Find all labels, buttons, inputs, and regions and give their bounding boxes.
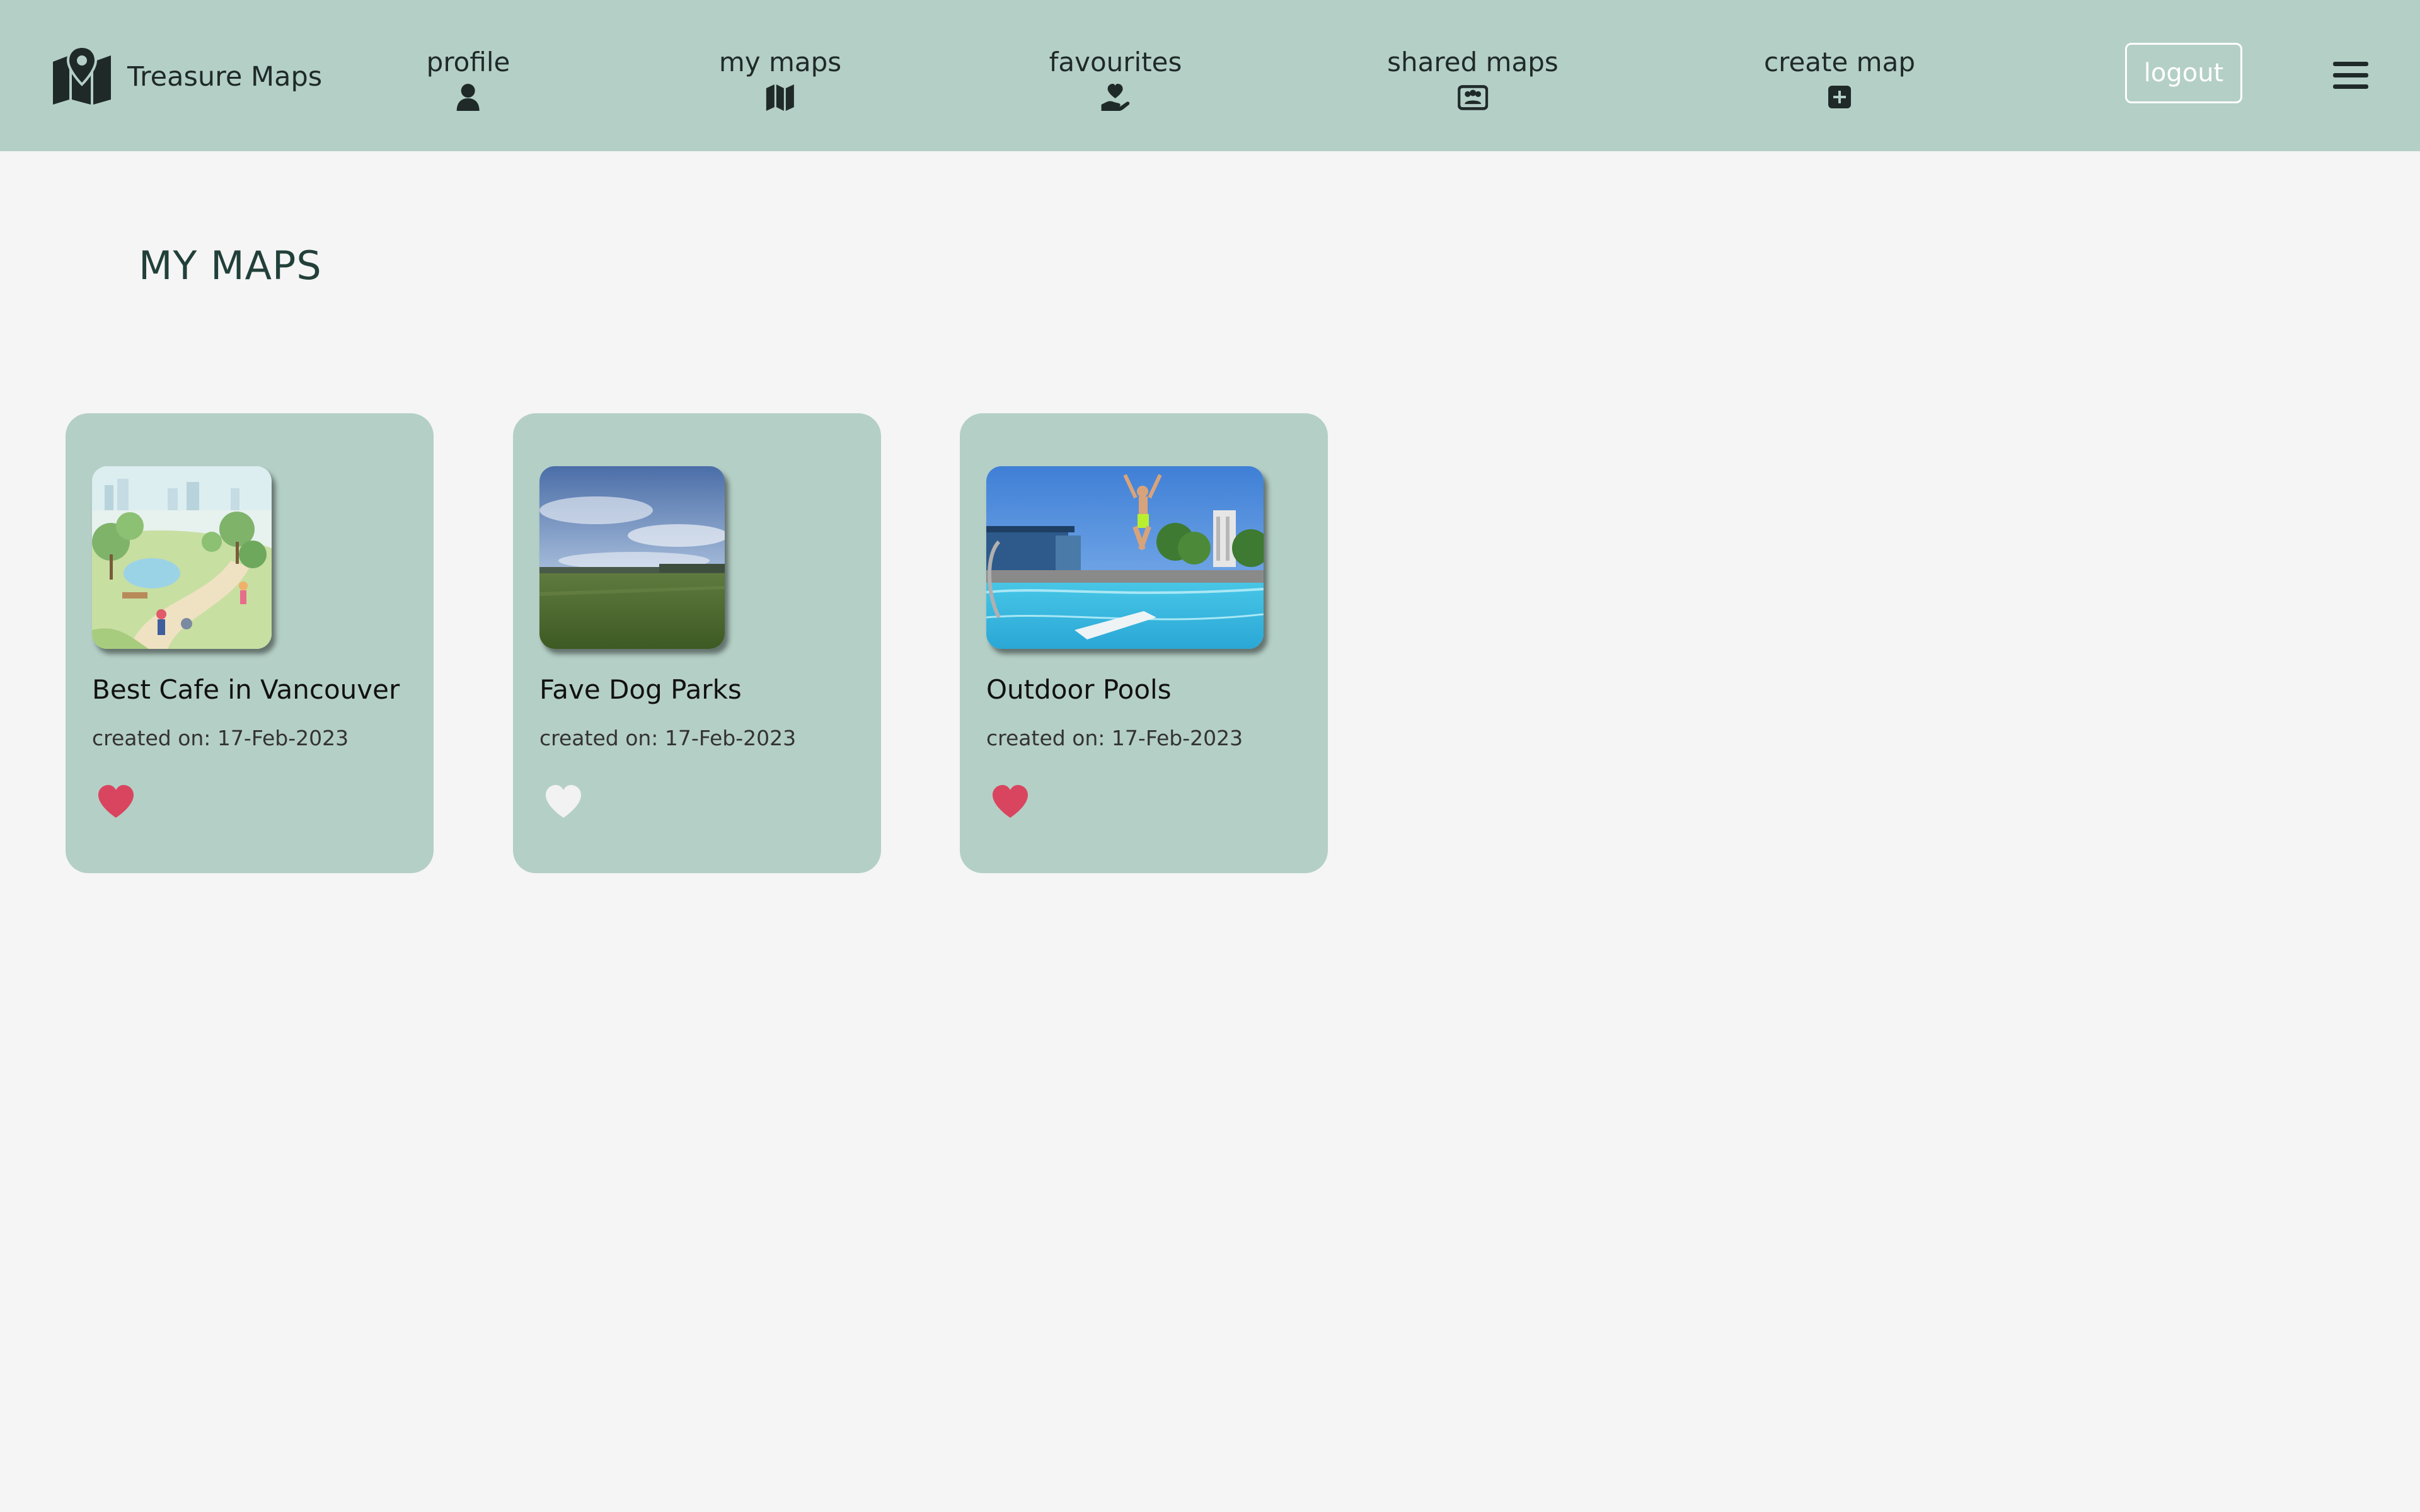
map-created-date: created on: 17-Feb-2023 [92, 726, 349, 750]
map-thumbnail[interactable] [92, 466, 272, 649]
nav-profile[interactable]: profile [427, 45, 510, 112]
page-title: MY MAPS [139, 243, 322, 289]
nav-my-maps-label: my maps [718, 47, 842, 77]
created-date-value: 17-Feb-2023 [1111, 726, 1243, 750]
nav-create-map[interactable]: create map [1764, 45, 1915, 112]
nav-profile-label: profile [426, 47, 510, 77]
hand-holding-heart-icon [1100, 82, 1131, 112]
favourite-heart-icon[interactable] [97, 784, 135, 819]
map-created-date: created on: 17-Feb-2023 [539, 726, 796, 750]
top-navbar: Treasure Maps profile my maps favourites [0, 0, 2420, 151]
nav-shared-maps[interactable]: shared maps [1387, 45, 1559, 112]
created-label: created on: [539, 726, 659, 750]
favourite-heart-icon[interactable] [544, 784, 582, 819]
user-icon [453, 82, 483, 112]
map-card[interactable]: Outdoor Pools created on: 17-Feb-2023 [960, 413, 1328, 873]
map-title[interactable]: Outdoor Pools [986, 674, 1172, 705]
created-label: created on: [986, 726, 1105, 750]
favourite-heart-icon[interactable] [991, 784, 1029, 819]
brand-name: Treasure Maps [127, 61, 323, 93]
hamburger-icon[interactable] [2332, 57, 2370, 94]
map-thumbnail[interactable] [986, 466, 1264, 649]
nav-favourites[interactable]: favourites [1049, 45, 1182, 112]
nav-create-map-label: create map [1764, 47, 1915, 77]
nav-favourites-label: favourites [1049, 47, 1182, 77]
map-created-date: created on: 17-Feb-2023 [986, 726, 1243, 750]
logout-button[interactable]: logout [2125, 43, 2242, 103]
map-card[interactable]: Best Cafe in Vancouver created on: 17-Fe… [66, 413, 434, 873]
map-title[interactable]: Best Cafe in Vancouver [92, 674, 400, 705]
created-date-value: 17-Feb-2023 [217, 726, 349, 750]
users-card-icon [1457, 82, 1488, 112]
nav-my-maps[interactable]: my maps [719, 45, 841, 112]
map-title[interactable]: Fave Dog Parks [539, 674, 742, 705]
created-date-value: 17-Feb-2023 [664, 726, 797, 750]
brand-link[interactable]: Treasure Maps [50, 45, 323, 107]
created-label: created on: [92, 726, 211, 750]
map-thumbnail[interactable] [539, 466, 725, 649]
nav-shared-maps-label: shared maps [1387, 47, 1559, 77]
map-marker-icon [50, 45, 113, 107]
plus-square-icon [1824, 82, 1855, 112]
map-icon [765, 82, 795, 112]
map-card[interactable]: Fave Dog Parks created on: 17-Feb-2023 [513, 413, 881, 873]
